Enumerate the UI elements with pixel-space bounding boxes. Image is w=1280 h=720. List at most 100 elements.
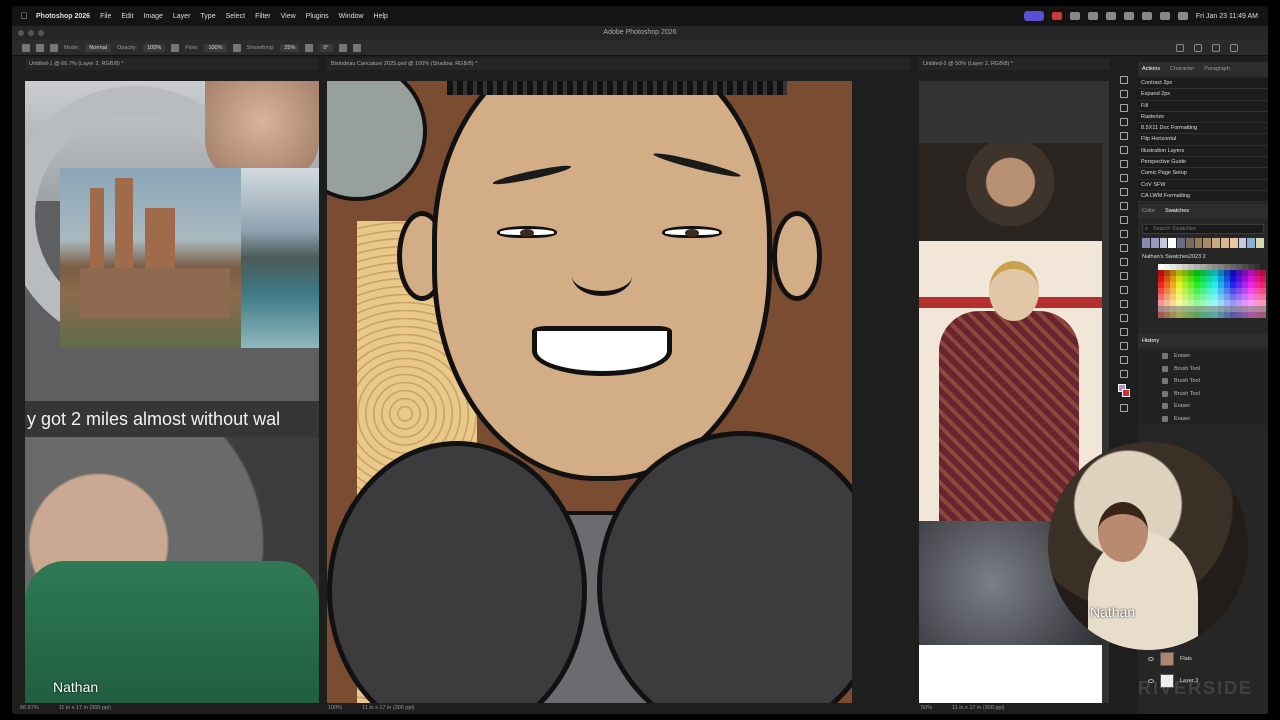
zoom-tool-icon[interactable] bbox=[1120, 356, 1128, 364]
workspace-icon[interactable] bbox=[1230, 43, 1238, 52]
history-item[interactable]: Eraser bbox=[1138, 412, 1268, 426]
tab-untitled-2[interactable]: Untitled-2 @ 50% (Layer 2, RGB/8) * bbox=[919, 58, 1109, 70]
brush-settings-icon[interactable] bbox=[50, 43, 58, 52]
control-center-icon[interactable] bbox=[1177, 12, 1188, 20]
action-item[interactable]: Expand 2px bbox=[1138, 89, 1268, 101]
angle-input[interactable]: 0° bbox=[319, 43, 333, 52]
screen-record-icon[interactable] bbox=[1023, 11, 1044, 21]
action-item[interactable]: Fill bbox=[1138, 100, 1268, 112]
search-icon[interactable] bbox=[1159, 12, 1170, 20]
eyedropper-icon[interactable] bbox=[1120, 160, 1128, 168]
symmetry-icon[interactable] bbox=[352, 43, 361, 52]
tab-character[interactable]: Character bbox=[1170, 66, 1194, 72]
menu-file[interactable]: File bbox=[100, 13, 111, 20]
input-source-icon[interactable] bbox=[1069, 12, 1080, 20]
lasso-tool-icon[interactable] bbox=[1120, 104, 1128, 112]
recent-swatch[interactable] bbox=[1212, 238, 1221, 249]
recent-swatch[interactable] bbox=[1177, 238, 1185, 249]
apple-icon[interactable]:  bbox=[12, 11, 36, 21]
zoom-level[interactable]: 50% bbox=[921, 703, 932, 713]
recent-swatch[interactable] bbox=[1221, 238, 1229, 249]
search-icon[interactable] bbox=[1212, 43, 1220, 52]
menu-select[interactable]: Select bbox=[226, 13, 245, 20]
action-item[interactable]: Rasterize bbox=[1138, 111, 1268, 124]
action-item[interactable]: CoV SFW bbox=[1138, 179, 1268, 191]
menu-help[interactable]: Help bbox=[374, 13, 388, 20]
action-item[interactable]: Illustration Layers bbox=[1138, 145, 1268, 158]
tab-color[interactable]: Color bbox=[1142, 208, 1155, 214]
tab-untitled-1[interactable]: Untitled-1 @ 66.7% (Layer 2, RGB/8) * bbox=[25, 58, 319, 70]
zoom-level[interactable]: 66.67% bbox=[20, 703, 39, 713]
close-window-icon[interactable] bbox=[18, 30, 24, 36]
menu-layer[interactable]: Layer bbox=[173, 13, 191, 20]
mode-select[interactable]: Normal bbox=[85, 43, 112, 52]
recent-swatch[interactable] bbox=[1256, 238, 1264, 249]
volume-icon[interactable] bbox=[1105, 12, 1116, 20]
magic-wand-icon[interactable] bbox=[1120, 118, 1128, 126]
hand-tool-icon[interactable] bbox=[1120, 342, 1128, 350]
action-item[interactable]: Flip Horizontal bbox=[1138, 134, 1268, 146]
brush-tool-icon[interactable] bbox=[1120, 188, 1128, 196]
history-item[interactable]: Brush Tool bbox=[1138, 362, 1268, 376]
blur-tool-icon[interactable] bbox=[1120, 258, 1128, 266]
recent-swatch[interactable] bbox=[1159, 238, 1168, 249]
shape-tool-icon[interactable] bbox=[1120, 328, 1128, 336]
menu-image[interactable]: Image bbox=[143, 13, 162, 20]
eye-icon[interactable] bbox=[1148, 657, 1154, 661]
smoothing-input[interactable]: 25% bbox=[280, 43, 300, 52]
history-item[interactable]: Eraser bbox=[1138, 350, 1268, 363]
app-menu[interactable]: Photoshop 2026 bbox=[36, 13, 90, 20]
eraser-tool-icon[interactable] bbox=[1120, 230, 1128, 238]
menu-window[interactable]: Window bbox=[339, 13, 364, 20]
canvas-caricature[interactable] bbox=[327, 81, 852, 703]
home-icon[interactable] bbox=[22, 43, 30, 52]
dodge-tool-icon[interactable] bbox=[1120, 272, 1128, 280]
action-item[interactable]: 8.5X11 Doc Formatting bbox=[1138, 123, 1268, 135]
recent-swatch[interactable] bbox=[1238, 238, 1247, 249]
crop-tool-icon[interactable] bbox=[1120, 132, 1128, 140]
healing-brush-icon[interactable] bbox=[1120, 174, 1128, 182]
pressure-size-icon[interactable] bbox=[338, 43, 347, 52]
recent-swatch[interactable] bbox=[1168, 238, 1177, 249]
menu-plugins[interactable]: Plugins bbox=[306, 13, 329, 20]
action-item[interactable]: Comic Page Setup bbox=[1138, 168, 1268, 180]
airbrush-icon[interactable] bbox=[232, 43, 241, 52]
share-icon[interactable] bbox=[1176, 43, 1184, 52]
swatch-grid[interactable] bbox=[1158, 264, 1266, 319]
frame-tool-icon[interactable] bbox=[1120, 146, 1128, 154]
action-item[interactable]: CA LWM Formatting bbox=[1138, 190, 1268, 203]
zoom-level[interactable]: 100% bbox=[328, 703, 342, 713]
more-tools-icon[interactable] bbox=[1120, 370, 1128, 378]
tab-actions[interactable]: Actions bbox=[1142, 66, 1160, 72]
minimize-window-icon[interactable] bbox=[28, 30, 34, 36]
recent-swatch[interactable] bbox=[1203, 238, 1212, 249]
tab-bistodeau-caricature[interactable]: Bistodeau Caricature 2025.psd @ 100% (Sh… bbox=[327, 58, 911, 70]
gear-icon[interactable] bbox=[305, 43, 314, 52]
pressure-opacity-icon[interactable] bbox=[171, 43, 180, 52]
move-tool-icon[interactable] bbox=[1120, 76, 1128, 84]
quick-mask-icon[interactable] bbox=[1120, 404, 1128, 412]
marquee-tool-icon[interactable] bbox=[1120, 90, 1128, 98]
gradient-tool-icon[interactable] bbox=[1120, 244, 1128, 252]
menu-view[interactable]: View bbox=[281, 13, 296, 20]
path-select-icon[interactable] bbox=[1120, 314, 1128, 322]
action-item[interactable]: Perspective Guide bbox=[1138, 157, 1268, 169]
wifi-icon[interactable] bbox=[1141, 12, 1152, 20]
layer-row[interactable]: Flats bbox=[1138, 648, 1268, 670]
background-color[interactable] bbox=[1122, 389, 1130, 397]
recent-swatch[interactable] bbox=[1194, 238, 1203, 249]
zoom-window-icon[interactable] bbox=[38, 30, 44, 36]
color-swatches[interactable] bbox=[1118, 384, 1130, 398]
tab-paragraph[interactable]: Paragraph bbox=[1204, 66, 1230, 72]
recent-swatch[interactable] bbox=[1185, 238, 1194, 249]
pen-tool-icon[interactable] bbox=[1120, 286, 1128, 294]
battery-icon[interactable] bbox=[1123, 12, 1134, 20]
swatch[interactable] bbox=[1260, 312, 1266, 319]
recent-swatch[interactable] bbox=[1142, 238, 1150, 249]
type-tool-icon[interactable] bbox=[1120, 300, 1128, 308]
flow-input[interactable]: 100% bbox=[204, 43, 227, 52]
action-item[interactable]: Contract 2px bbox=[1138, 78, 1268, 90]
brush-preset-icon[interactable] bbox=[36, 43, 44, 52]
frame-icon[interactable] bbox=[1194, 43, 1202, 52]
history-brush-icon[interactable] bbox=[1120, 216, 1128, 224]
